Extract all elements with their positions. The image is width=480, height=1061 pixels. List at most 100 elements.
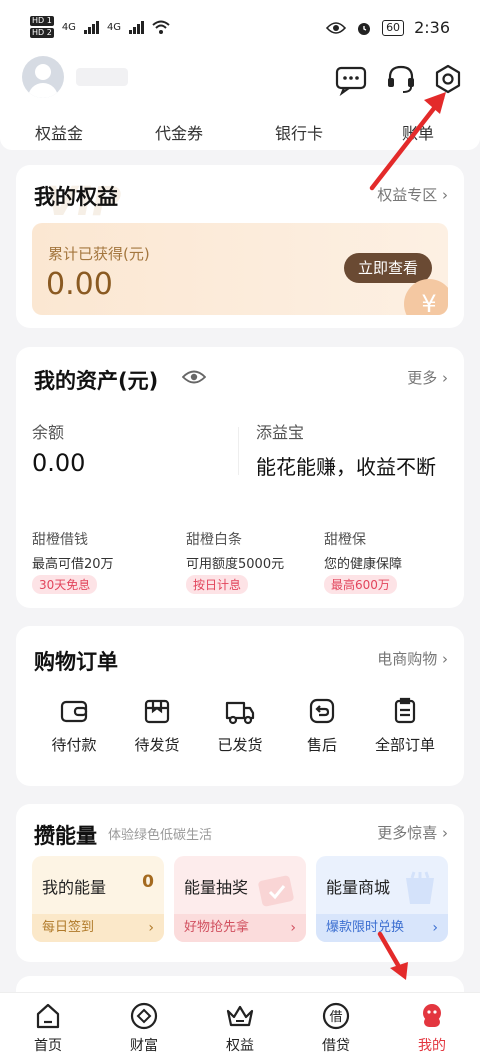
annotation-arrow-icon: [377, 931, 408, 980]
energy-lottery-box[interactable]: 能量抽奖 好物抢先拿 ›: [174, 856, 306, 942]
chevron-right-icon: ›: [442, 650, 448, 668]
rights-earned-value: 0.00: [46, 267, 113, 302]
product-tag: 按日计息: [186, 575, 249, 594]
energy-box-title: 我的能量: [42, 878, 107, 897]
nickname-placeholder[interactable]: [76, 68, 128, 86]
energy-box-title: 能量商城: [326, 878, 391, 897]
order-after-sales[interactable]: 售后: [282, 696, 362, 755]
home-icon: [36, 1003, 60, 1029]
more-surprises-label: 更多惊喜: [377, 824, 438, 842]
eye-toggle-icon[interactable]: [182, 369, 206, 385]
assets-card: 我的资产(元) 更多 › 余额 0.00 添益宝 能花能赚，收益不断 甜橙借钱 …: [16, 347, 464, 608]
hd2-badge: HD 2: [30, 28, 54, 38]
loan-glyph: 借: [329, 1010, 342, 1025]
product-sub: 最高可借20万: [32, 557, 114, 572]
balance-value[interactable]: 0.00: [32, 449, 85, 477]
nav-wealth[interactable]: 财富: [114, 1001, 174, 1055]
ecommerce-label: 电商购物: [377, 650, 438, 668]
product-title[interactable]: 甜橙保: [324, 529, 366, 549]
status-right: 60 2:36: [326, 18, 450, 37]
balance-label: 余额: [32, 423, 65, 442]
rights-summary-box[interactable]: 累计已获得(元) 0.00 立即查看 ¥: [32, 223, 448, 315]
order-pending-payment[interactable]: 待付款: [34, 696, 114, 755]
battery-indicator: 60: [382, 19, 405, 36]
hd1-badge: HD 1: [30, 16, 54, 26]
signal-1-icon: [83, 20, 99, 34]
assets-more-link[interactable]: 更多 ›: [407, 367, 448, 388]
order-label: 待发货: [134, 736, 180, 754]
profile-icon: [423, 1004, 441, 1027]
signal-2-icon: [129, 20, 145, 34]
clock: 2:36: [414, 18, 450, 37]
nav-label: 财富: [130, 1038, 158, 1054]
nav-label: 首页: [34, 1038, 62, 1054]
product-sub: 您的健康保障: [324, 557, 403, 572]
energy-count: 0: [142, 872, 154, 892]
alarm-icon: [358, 22, 371, 35]
nav-label: 借贷: [322, 1038, 350, 1054]
order-label: 已发货: [217, 736, 263, 754]
energy-box-title: 能量抽奖: [184, 878, 249, 897]
product-title[interactable]: 甜橙白条: [186, 529, 242, 549]
energy-box-footer: 每日签到: [32, 914, 164, 942]
energy-footer-label: 每日签到: [42, 920, 95, 935]
crown-icon: [226, 1005, 254, 1027]
status-bar: HD 1 HD 2 4G 4G 60 2:36: [0, 0, 480, 48]
rights-earned-label: 累计已获得(元): [48, 245, 150, 263]
more-surprises-link[interactable]: 更多惊喜 ›: [377, 822, 448, 843]
network-1-label: 4G: [61, 21, 76, 33]
my-energy-box[interactable]: 我的能量 0 每日签到 ›: [32, 856, 164, 942]
view-now-button[interactable]: 立即查看: [343, 253, 432, 283]
nav-rights[interactable]: 权益: [210, 1001, 270, 1055]
quick-link-rights-gold[interactable]: 权益金: [35, 120, 83, 144]
chevron-right-icon: ›: [148, 920, 154, 936]
order-label: 售后: [306, 736, 337, 754]
quick-link-vouchers[interactable]: 代金券: [155, 120, 203, 144]
orders-card: 购物订单 电商购物 › 待付款 待发货 已发货 售后 全部订单: [16, 626, 464, 786]
order-label: 待付款: [51, 736, 97, 754]
status-left: HD 1 HD 2 4G 4G: [30, 16, 170, 38]
bottom-nav: 首页 财富 权益 借 借贷 我的: [0, 992, 480, 1061]
loan-icon: 借: [322, 1002, 350, 1030]
nav-label: 权益: [226, 1038, 254, 1054]
energy-subtitle: 体验绿色低碳生活: [108, 828, 213, 843]
ecommerce-link[interactable]: 电商购物 ›: [377, 648, 448, 669]
orders-card-title: 购物订单: [34, 650, 118, 674]
product-sub: 可用额度5000元: [186, 557, 285, 572]
order-all[interactable]: 全部订单: [365, 696, 445, 755]
chevron-right-icon: ›: [290, 920, 296, 936]
avatar[interactable]: [22, 56, 64, 98]
ticket-icon: [258, 875, 294, 907]
truck-icon: [225, 701, 255, 725]
wifi-icon: [152, 20, 170, 34]
return-icon: [309, 698, 335, 724]
divider: [238, 427, 239, 475]
assets-more-label: 更多: [407, 369, 438, 387]
energy-footer-label: 好物抢先拿: [184, 920, 250, 935]
nav-home[interactable]: 首页: [18, 1001, 78, 1055]
tianyi-value[interactable]: 能花能赚，收益不断: [256, 451, 436, 480]
quick-link-bank-cards[interactable]: 银行卡: [275, 120, 323, 144]
nav-label: 我的: [418, 1038, 446, 1054]
nav-profile[interactable]: 我的: [402, 1001, 462, 1055]
rights-card-title: 我的权益: [34, 185, 118, 209]
nav-loan[interactable]: 借 借贷: [306, 1001, 366, 1055]
wealth-icon: [130, 1002, 158, 1030]
order-label: 全部订单: [374, 736, 435, 754]
product-title[interactable]: 甜橙借钱: [32, 529, 88, 549]
coin-icon: ¥: [404, 279, 448, 315]
chevron-right-icon: ›: [442, 824, 448, 842]
annotation-arrow-icon: [369, 92, 446, 191]
package-icon: [144, 699, 170, 724]
chevron-right-icon: ›: [432, 920, 438, 936]
order-shipped[interactable]: 已发货: [200, 696, 280, 755]
assets-card-title: 我的资产(元): [34, 369, 159, 393]
energy-card-title: 攒能量: [34, 824, 97, 848]
order-pending-shipment[interactable]: 待发货: [117, 696, 197, 755]
energy-box-footer: 好物抢先拿: [174, 914, 306, 942]
eye-icon: [326, 21, 347, 34]
wallet-icon: [60, 700, 88, 723]
product-tag: 30天免息: [32, 575, 98, 594]
chevron-right-icon: ›: [442, 369, 448, 387]
network-2-label: 4G: [106, 21, 122, 33]
